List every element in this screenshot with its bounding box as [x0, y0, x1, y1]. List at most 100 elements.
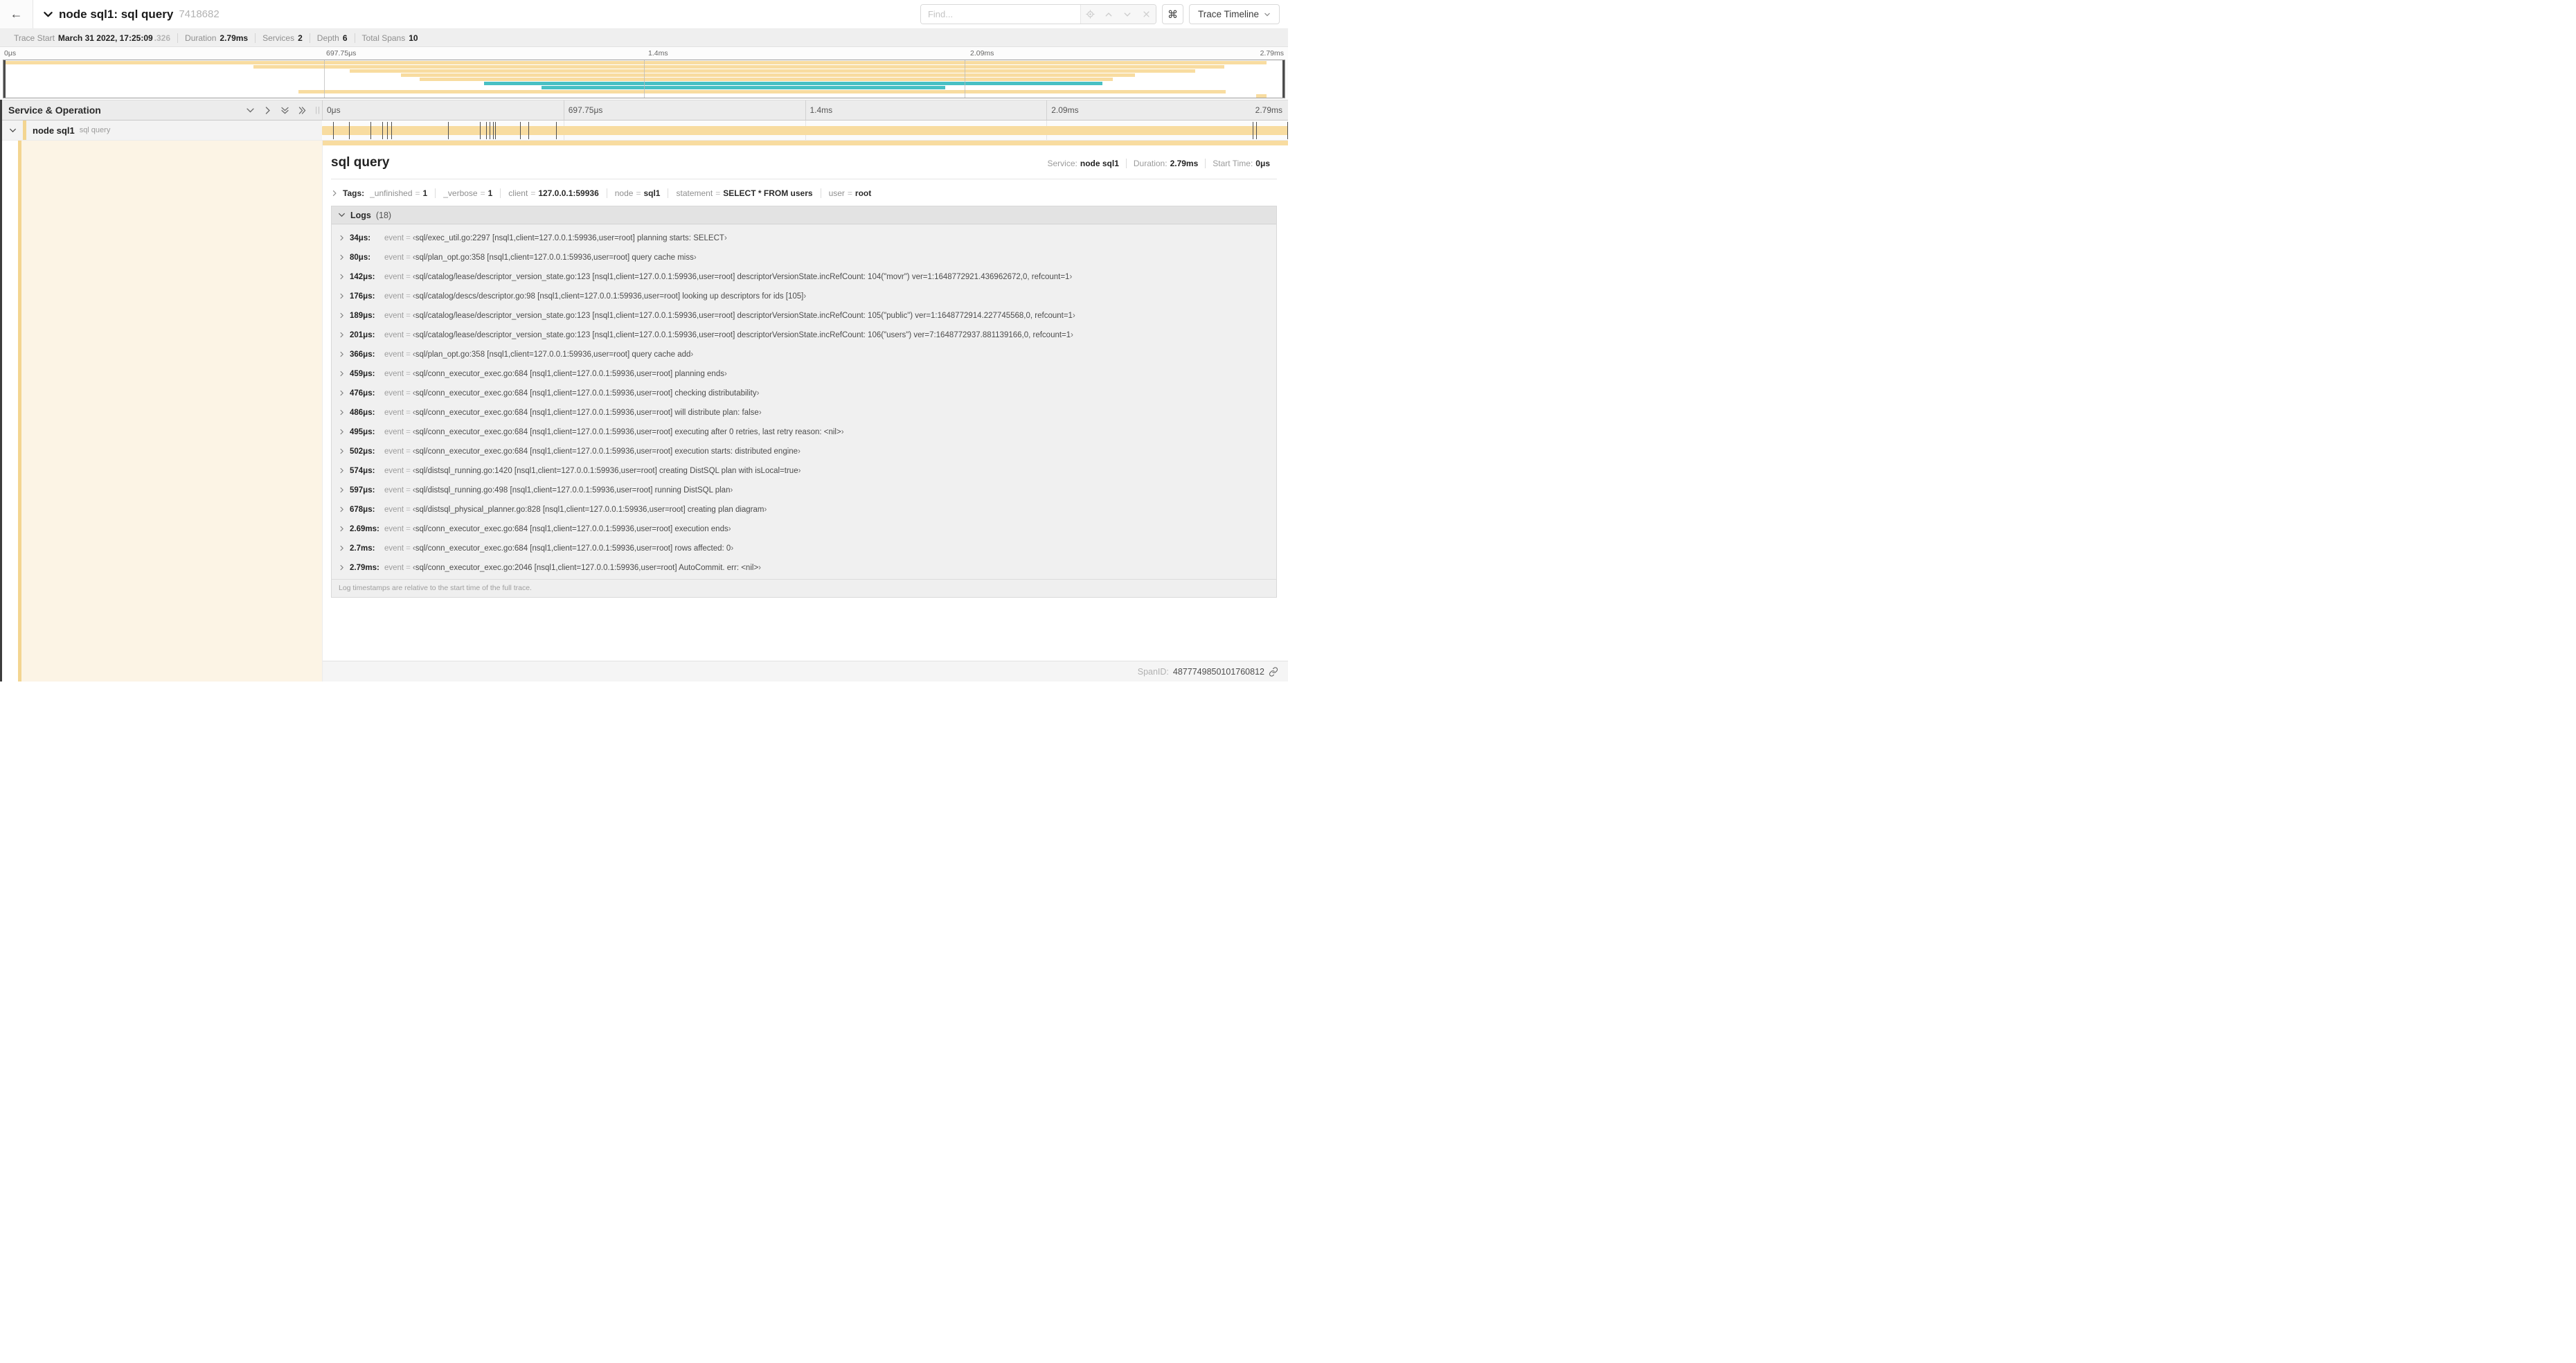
log-quote-close: ›: [798, 447, 800, 456]
log-expander-icon[interactable]: [339, 564, 345, 571]
log-row[interactable]: 366μs: event = ‹sql/plan_opt.go:358 [nsql1…: [332, 345, 1276, 364]
log-expander-icon[interactable]: [339, 526, 345, 532]
minimap-tick-label: 2.79ms: [1260, 49, 1284, 57]
log-expander-icon[interactable]: [339, 448, 345, 454]
log-quote-close: ›: [693, 253, 697, 262]
tag-item[interactable]: user = root: [820, 188, 879, 198]
minimap-right-handle[interactable]: [1282, 60, 1285, 98]
minimap-tick-label: 697.75μs: [326, 49, 357, 57]
log-row[interactable]: 502μs: event = ‹sql/conn_executor_exec.go:…: [332, 442, 1276, 461]
stat-label: Trace Start: [14, 33, 55, 43]
log-text: event = ‹sql/catalog/lease/descriptor_vers…: [384, 273, 1072, 281]
clear-search-icon[interactable]: [1137, 5, 1156, 24]
span-collapse-icon[interactable]: [9, 127, 17, 134]
log-row[interactable]: 476μs: event = ‹sql/conn_executor_exec.go:…: [332, 384, 1276, 403]
log-row[interactable]: 678μs: event = ‹sql/distsql_physical_plann…: [332, 500, 1276, 519]
header-actions: ⌘ Trace Timeline: [920, 0, 1288, 28]
log-expander-icon[interactable]: [339, 506, 345, 513]
log-expander-icon[interactable]: [339, 351, 345, 357]
command-icon: ⌘: [1167, 8, 1178, 21]
log-value: sql/plan_opt.go:358 [nsql1,client=127.0.…: [415, 350, 691, 359]
tag-item[interactable]: client = 127.0.0.1:59936: [500, 188, 606, 198]
back-button[interactable]: ←: [0, 0, 33, 28]
log-expander-icon[interactable]: [339, 467, 345, 474]
log-quote-close: ›: [724, 370, 727, 378]
span-duration-bar[interactable]: [322, 126, 1288, 135]
log-expander-icon[interactable]: [339, 274, 345, 280]
detail-left-fill: [21, 141, 322, 682]
log-row[interactable]: 201μs: event = ‹sql/catalog/lease/descript…: [332, 326, 1276, 345]
log-value: sql/distsql_running.go:1420 [nsql1,clien…: [415, 467, 798, 475]
log-row[interactable]: 142μs: event = ‹sql/catalog/lease/descript…: [332, 267, 1276, 287]
log-marker-tick: [495, 122, 496, 139]
view-selector-button[interactable]: Trace Timeline: [1188, 4, 1280, 24]
log-row[interactable]: 2.79ms: event = ‹sql/conn_executor_exec.go…: [332, 558, 1276, 578]
log-row[interactable]: 574μs: event = ‹sql/distsql_running.go:142…: [332, 461, 1276, 481]
log-expander-icon[interactable]: [339, 235, 345, 241]
minimap-canvas[interactable]: [3, 60, 1285, 98]
log-expander-icon[interactable]: [339, 293, 345, 299]
log-marker-tick: [556, 122, 557, 139]
log-equals: =: [406, 312, 411, 320]
column-resizer[interactable]: ||: [315, 106, 321, 114]
tag-item[interactable]: _unfinished = 1: [370, 188, 435, 198]
tag-equals: =: [530, 188, 536, 198]
log-row[interactable]: 176μs: event = ‹sql/catalog/descs/descript…: [332, 287, 1276, 306]
minimap-gridline: [323, 60, 325, 98]
log-expander-icon[interactable]: [339, 429, 345, 435]
log-row[interactable]: 2.7ms: event = ‹sql/conn_executor_exec.go:…: [332, 539, 1276, 558]
log-row[interactable]: 495μs: event = ‹sql/conn_executor_exec.go:…: [332, 422, 1276, 442]
log-expander-icon[interactable]: [339, 371, 345, 377]
expand-all-icon[interactable]: [298, 106, 307, 115]
log-row[interactable]: 486μs: event = ‹sql/conn_executor_exec.go:…: [332, 403, 1276, 422]
tag-equals: =: [715, 188, 721, 198]
log-value: sql/catalog/descs/descriptor.go:98 [nsql…: [415, 292, 804, 301]
tag-value: root: [855, 188, 872, 198]
stat-label: Duration: [185, 33, 217, 43]
collapse-all-icon[interactable]: [280, 106, 289, 115]
log-expander-icon[interactable]: [339, 487, 345, 493]
list-scroll-handle[interactable]: [0, 100, 2, 682]
log-quote-close: ›: [724, 234, 727, 242]
span-row-name-cell[interactable]: node sql1 sql query: [0, 121, 322, 140]
trace-stat: Duration 2.79ms: [177, 33, 255, 43]
prev-match-icon[interactable]: [1100, 5, 1118, 24]
meta-label: Service:: [1047, 159, 1077, 168]
log-expander-icon[interactable]: [339, 409, 345, 416]
next-match-icon[interactable]: [1118, 5, 1137, 24]
log-text: event = ‹sql/distsql_running.go:498 [nsql1…: [384, 486, 733, 495]
tag-item[interactable]: statement = SELECT * FROM users: [668, 188, 820, 198]
expand-one-icon[interactable]: [263, 106, 272, 115]
chevron-down-icon[interactable]: [43, 9, 53, 19]
tags-expander-icon[interactable]: [331, 190, 338, 197]
keyboard-shortcuts-button[interactable]: ⌘: [1161, 4, 1183, 24]
tag-item[interactable]: node = sql1: [606, 188, 668, 198]
log-expander-icon[interactable]: [339, 545, 345, 551]
minimap-left-handle[interactable]: [3, 60, 6, 98]
timeline-minimap: 0μs 697.75μs 1.4ms 2.09ms 2.79ms: [0, 47, 1288, 100]
log-row[interactable]: 459μs: event = ‹sql/conn_executor_exec.go:…: [332, 364, 1276, 384]
detail-span-bar: [323, 141, 1288, 145]
log-expander-icon[interactable]: [339, 332, 345, 338]
log-expander-icon[interactable]: [339, 254, 345, 260]
log-row[interactable]: 597μs: event = ‹sql/distsql_running.go:498…: [332, 481, 1276, 500]
span-row-timeline-cell[interactable]: [322, 121, 1288, 140]
log-row[interactable]: 80μs: event = ‹sql/plan_opt.go:358 [nsql1,…: [332, 248, 1276, 267]
collapse-one-icon[interactable]: [246, 106, 255, 115]
find-input[interactable]: [920, 5, 1080, 24]
log-row[interactable]: 34μs: event = ‹sql/exec_util.go:2297 [nsql…: [332, 229, 1276, 248]
minimap-span-bar: [349, 69, 1195, 73]
log-row[interactable]: 2.69ms: event = ‹sql/conn_executor_exec.go…: [332, 519, 1276, 539]
log-text: event = ‹sql/plan_opt.go:358 [nsql1,client…: [384, 350, 693, 359]
log-expander-icon[interactable]: [339, 390, 345, 396]
tag-item[interactable]: _verbose = 1: [435, 188, 500, 198]
copy-link-icon[interactable]: [1269, 666, 1278, 677]
timeline-tick-label-last: 2.79ms: [1255, 105, 1282, 115]
log-equals: =: [406, 467, 411, 475]
log-expander-icon[interactable]: [339, 312, 345, 319]
log-row[interactable]: 189μs: event = ‹sql/catalog/lease/descript…: [332, 306, 1276, 326]
logs-header[interactable]: Logs (18): [332, 206, 1276, 224]
focus-match-icon[interactable]: [1081, 5, 1100, 24]
meta-label: Start Time:: [1213, 159, 1253, 168]
tags-row[interactable]: Tags: _unfinished = 1 _verbose = 1 clien…: [331, 188, 1277, 198]
